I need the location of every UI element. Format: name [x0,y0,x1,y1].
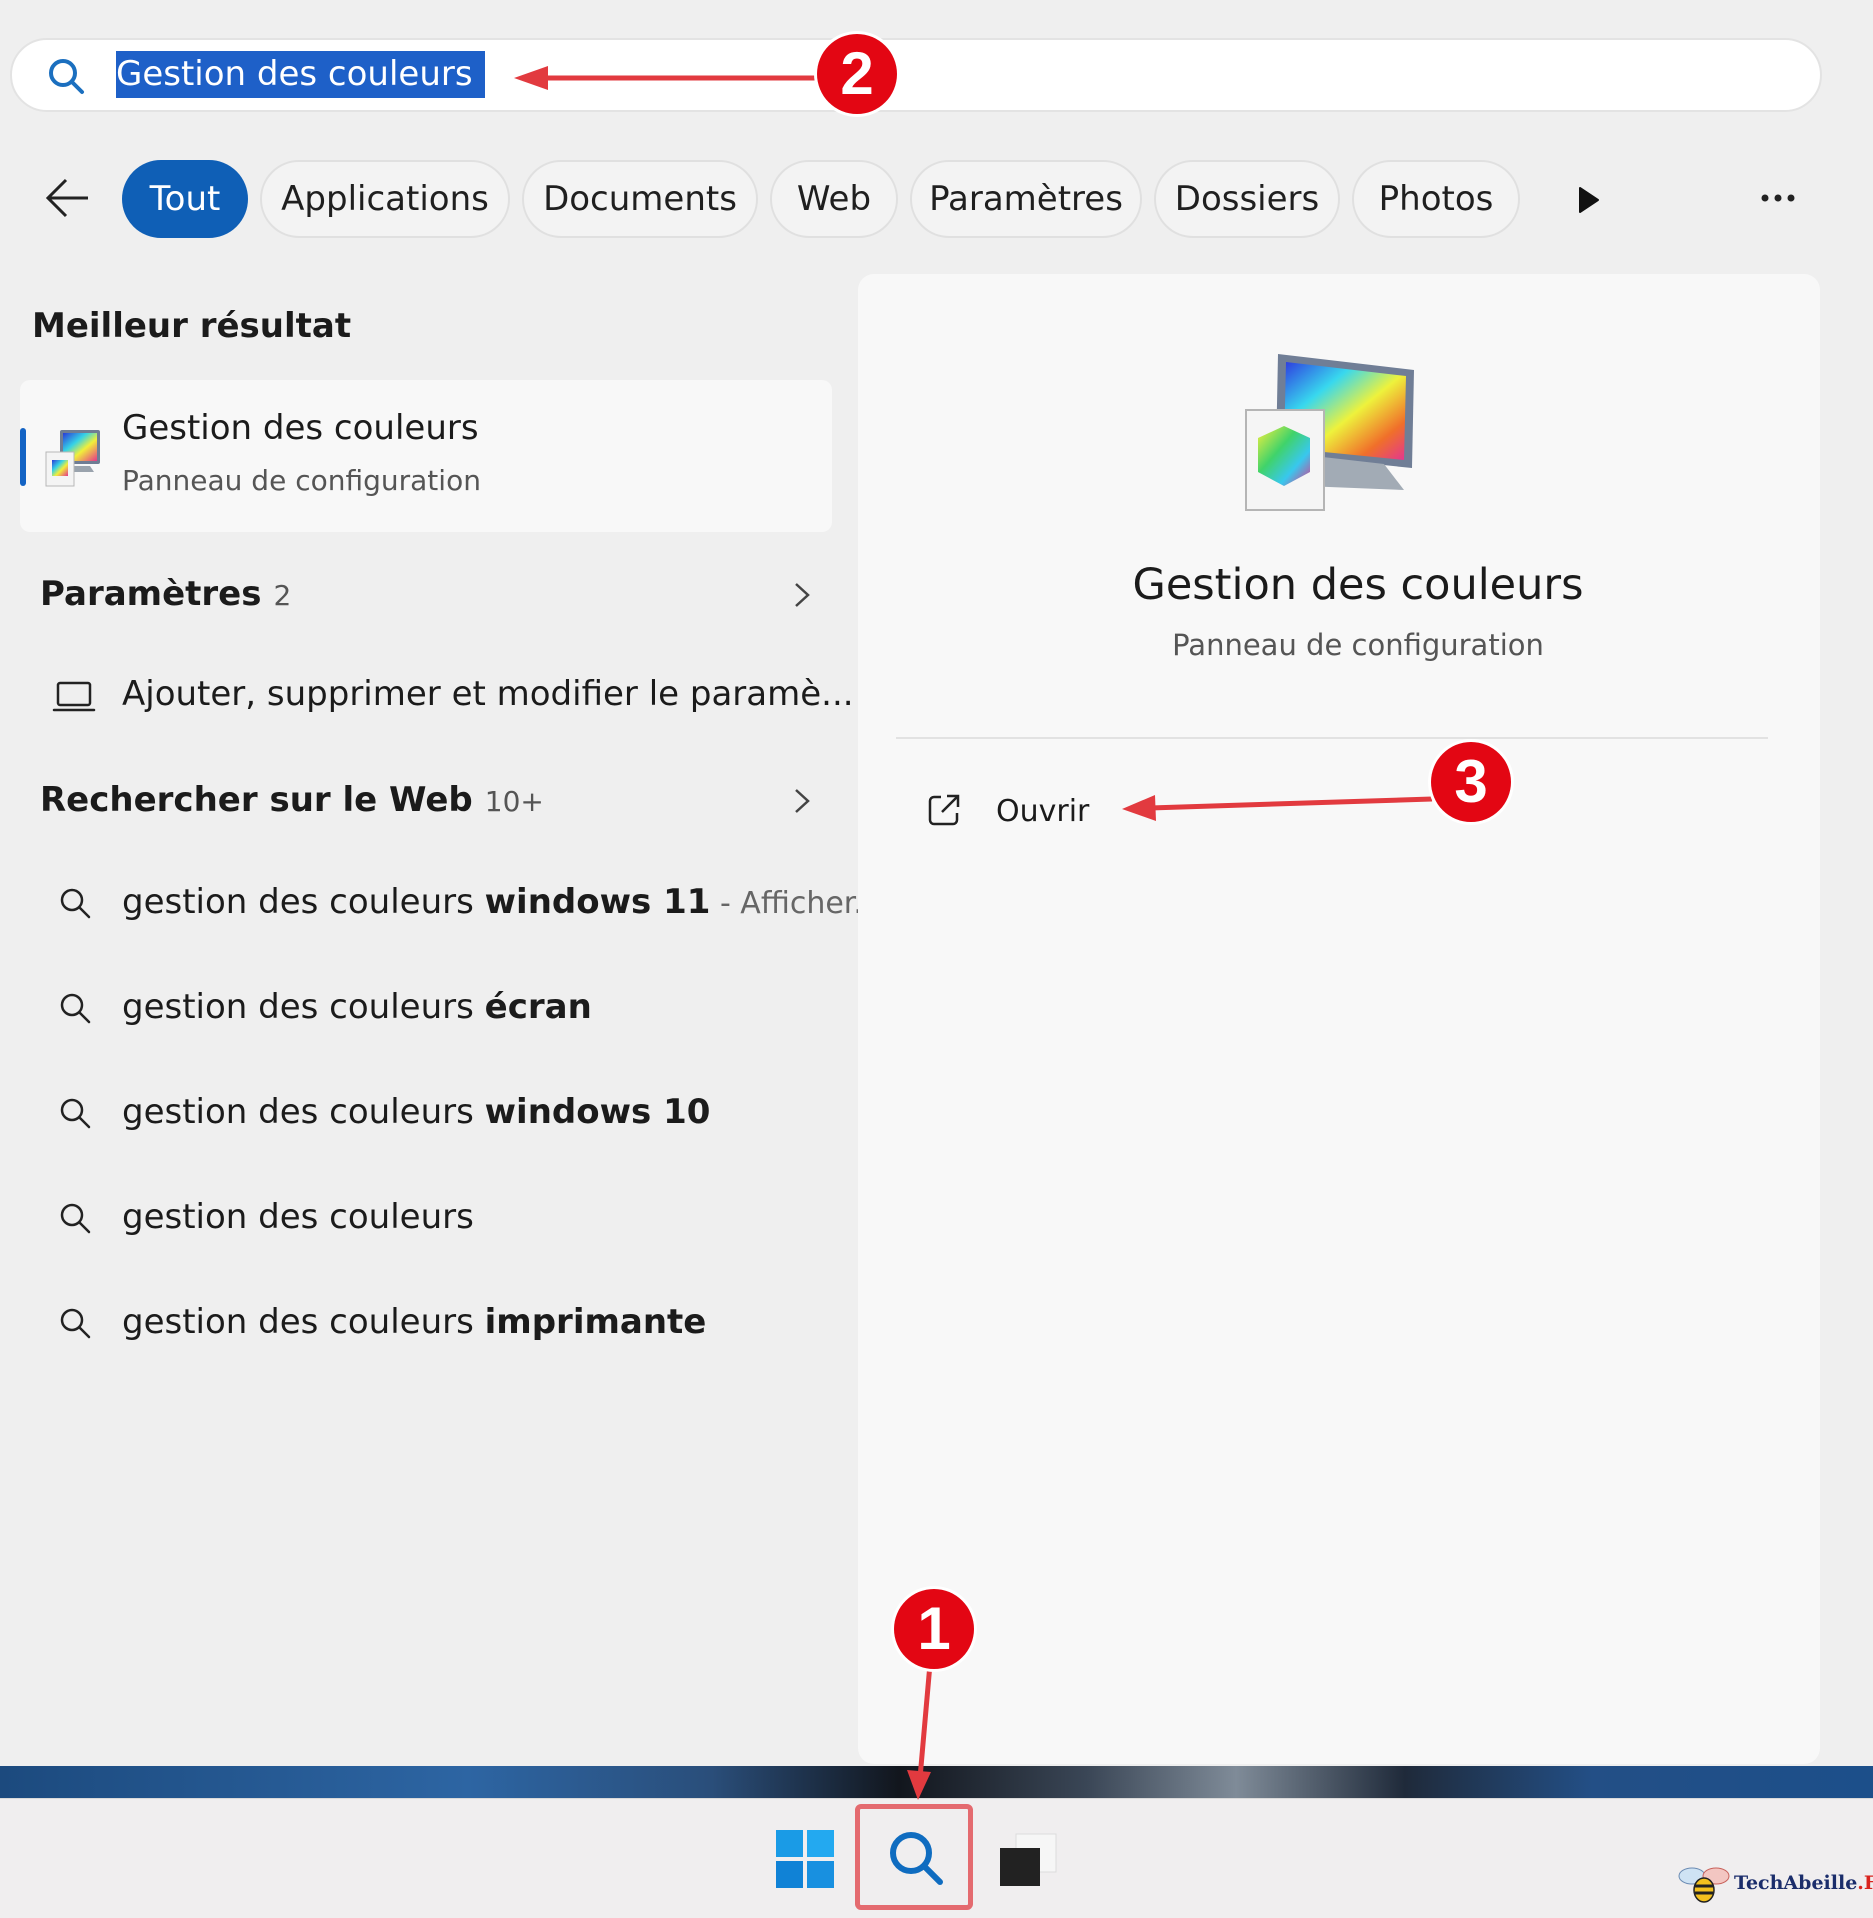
chevron-right-icon[interactable] [792,786,812,816]
bee-logo [1678,1867,1730,1903]
watermark-tld: .FR [1857,1872,1873,1894]
watermark-text: TechAbeille.FR [1734,1872,1873,1894]
windows-start-icon[interactable] [776,1830,834,1888]
search-icon [60,1203,91,1234]
color-management-icon [45,430,100,487]
best-result-subtitle: Panneau de configuration [122,464,481,497]
search-icon [60,1098,91,1129]
suggestion-bold: écran [484,987,592,1027]
web-suggestion-item[interactable]: gestion des couleurs windows 11 - Affich… [122,882,882,922]
web-suggestion-item[interactable]: gestion des couleurs windows 10 [122,1092,710,1132]
suggestion-prefix: gestion des couleurs [122,1197,474,1237]
desktop-wallpaper [0,1766,1873,1798]
suggestion-prefix: gestion des couleurs [122,1092,485,1132]
task-view-icon[interactable] [996,1830,1060,1890]
color-management-icon [1245,354,1414,511]
tab-parametres[interactable]: Paramètres [910,160,1142,238]
web-suggestion-item[interactable]: gestion des couleurs [122,1197,474,1237]
divider [896,737,1768,739]
open-action-label[interactable]: Ouvrir [996,794,1089,829]
tab-photos[interactable]: Photos [1352,160,1520,238]
settings-item[interactable]: Ajouter, supprimer et modifier le paramè… [122,674,854,714]
search-icon [60,993,91,1024]
suggestion-bold: windows 11 [484,882,711,922]
search-icon [60,1308,91,1339]
suggestion-bold: imprimante [484,1302,707,1342]
tab-documents[interactable]: Documents [522,160,758,238]
settings-heading[interactable]: Paramètres 2 [40,574,291,614]
search-icon [60,888,91,919]
annotation-badge: 2 [817,34,897,114]
annotation-badge: 3 [1431,742,1511,822]
tab-web[interactable]: Web [770,160,898,238]
back-arrow-icon[interactable] [44,176,92,220]
selection-indicator [20,428,26,486]
tab-applications[interactable]: Applications [260,160,510,238]
best-result-heading: Meilleur résultat [32,306,352,346]
tab-dossiers[interactable]: Dossiers [1154,160,1340,238]
detail-title: Gestion des couleurs [1132,560,1584,610]
play-icon[interactable] [1572,184,1604,216]
annotation-badge: 1 [894,1589,974,1669]
search-input[interactable]: Gestion des couleurs [116,51,485,98]
suggestion-prefix: gestion des couleurs [122,882,485,922]
best-result-card[interactable] [20,380,832,532]
settings-count: 2 [273,579,292,612]
search-icon [49,59,84,94]
web-search-heading[interactable]: Rechercher sur le Web 10+ [40,780,544,820]
web-results-count: 10+ [484,785,544,818]
more-icon[interactable] [1760,183,1796,213]
watermark-brand: TechAbeille [1734,1872,1858,1894]
web-search-heading-label: Rechercher sur le Web [40,780,473,820]
suggestion-prefix: gestion des couleurs [122,987,485,1027]
laptop-icon [52,681,96,712]
web-suggestion-item[interactable]: gestion des couleurs écran [122,987,592,1027]
open-external-icon[interactable] [926,792,962,828]
detail-subtitle: Panneau de configuration [1172,628,1544,662]
suggestion-bold: windows 10 [484,1092,711,1132]
suggestion-suffix: - Afficher... [710,886,882,921]
best-result-title: Gestion des couleurs [122,408,479,448]
search-icon[interactable] [886,1828,946,1888]
suggestion-prefix: gestion des couleurs [122,1302,485,1342]
web-suggestion-item[interactable]: gestion des couleurs imprimante [122,1302,706,1342]
chevron-right-icon[interactable] [792,580,812,610]
tab-tout[interactable]: Tout [122,160,248,238]
settings-heading-label: Paramètres [40,574,262,614]
